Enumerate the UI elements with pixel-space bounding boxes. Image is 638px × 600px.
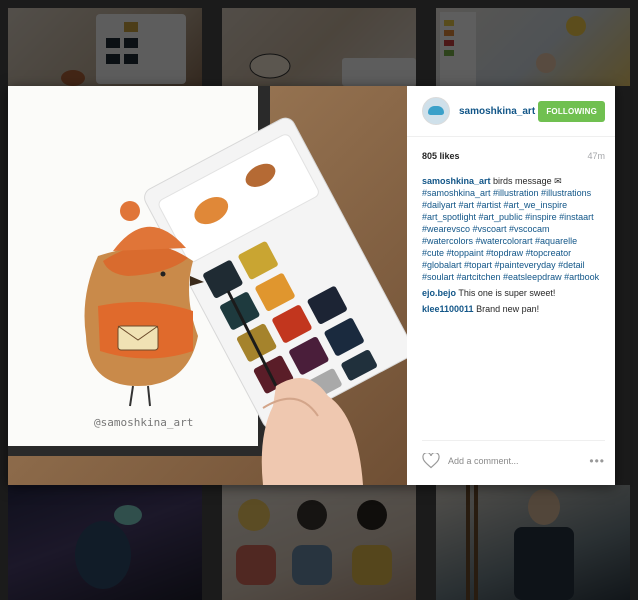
comments-list: samoshkina_art birds message ✉ #samoshki… (407, 161, 615, 315)
post-stats: 805 likes 47m (407, 137, 615, 161)
username-link[interactable]: samoshkina_art (459, 106, 538, 117)
caption-hashtags[interactable]: #samoshkina_art #illustration #illustrat… (422, 188, 599, 282)
comment-username[interactable]: ejo.bejo (422, 288, 456, 298)
comment-text: This one is super sweet! (456, 288, 556, 298)
avatar[interactable] (422, 97, 450, 125)
heart-icon[interactable] (422, 453, 440, 469)
comment-text: Brand new pan! (473, 304, 540, 314)
background-grid-tile[interactable] (436, 8, 630, 86)
post-photo[interactable]: @samoshkina_art (8, 86, 407, 485)
background-grid-tile[interactable] (222, 8, 416, 86)
following-button[interactable]: FOLLOWING (538, 100, 605, 122)
post-header: samoshkina_art FOLLOWING (407, 86, 615, 137)
caption-text: birds message ✉ (490, 176, 562, 186)
background-grid-tile[interactable] (222, 485, 416, 600)
add-comment-input[interactable]: Add a comment... (448, 456, 589, 466)
post-sidebar: samoshkina_art FOLLOWING 805 likes 47m s… (407, 86, 615, 485)
post-modal: @samoshkina_art samoshkina_art FOLLOWING… (8, 86, 615, 485)
comment-item: ejo.bejo This one is super sweet! (422, 287, 601, 299)
caption: samoshkina_art birds message ✉ #samoshki… (422, 175, 601, 283)
background-grid-tile[interactable] (8, 485, 202, 600)
background-grid-tile[interactable] (436, 485, 630, 600)
post-footer: Add a comment... ••• (422, 440, 605, 475)
photo-signature: @samoshkina_art (94, 416, 193, 429)
likes-count[interactable]: 805 likes (422, 151, 460, 161)
more-options-icon[interactable]: ••• (589, 454, 605, 468)
comment-username[interactable]: klee1100011 (422, 304, 474, 314)
comment-item: klee1100011 Brand new pan! (422, 303, 601, 315)
background-grid-tile[interactable] (8, 8, 202, 86)
caption-username[interactable]: samoshkina_art (422, 176, 491, 186)
post-time[interactable]: 47m (587, 151, 605, 161)
